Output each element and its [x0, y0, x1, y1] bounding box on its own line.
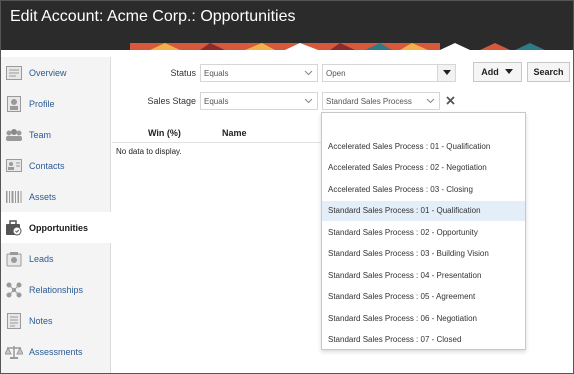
dropdown-option[interactable]: Standard Sales Process : 04 - Presentati… — [322, 265, 525, 285]
relationships-icon — [5, 281, 23, 299]
sales-stage-label: Sales Stage — [147, 96, 196, 106]
add-button[interactable]: Add — [473, 62, 522, 82]
dropdown-option[interactable]: Accelerated Sales Process : 01 - Qualifi… — [322, 136, 525, 156]
dropdown-option[interactable]: Standard Sales Process : 06 - Negotiatio… — [322, 308, 525, 328]
sales-stage-operator-value: Equals — [204, 96, 229, 106]
search-button-label: Search — [533, 67, 564, 77]
add-button-label: Add — [481, 67, 499, 77]
sidebar: Overview Profile Team Contacts Assets Op… — [0, 57, 111, 374]
search-button[interactable]: Search — [527, 62, 570, 82]
status-label: Status — [170, 68, 196, 78]
sidebar-item-label: Team — [29, 129, 52, 140]
status-value-select[interactable]: Open — [322, 64, 456, 82]
sidebar-item-label: Leads — [29, 253, 54, 264]
header-decorative-band — [0, 42, 574, 50]
sidebar-item-assets[interactable]: Assets — [0, 181, 111, 212]
sidebar-item-profile[interactable]: Profile — [0, 88, 111, 119]
dropdown-arrow-button[interactable] — [437, 65, 455, 81]
sidebar-item-label: Assessments — [29, 346, 83, 357]
chevron-down-icon — [304, 70, 313, 76]
team-icon — [5, 126, 23, 144]
page-header: Edit Account: Acme Corp.: Opportunities — [0, 0, 574, 50]
dropdown-option[interactable]: Standard Sales Process : 02 - Opportunit… — [322, 222, 525, 242]
sidebar-item-leads[interactable]: Leads — [0, 243, 111, 274]
notes-icon — [5, 312, 23, 330]
sidebar-item-label: Notes — [29, 315, 53, 326]
sidebar-item-team[interactable]: Team — [0, 119, 111, 150]
dropdown-option[interactable]: Standard Sales Process : 03 - Building V… — [322, 244, 525, 264]
dropdown-option[interactable]: Accelerated Sales Process : 02 - Negotia… — [322, 158, 525, 178]
opportunities-icon — [5, 219, 23, 237]
sidebar-item-overview[interactable]: Overview — [0, 57, 111, 88]
chevron-down-icon — [304, 98, 313, 104]
empty-state-text: No data to display. — [116, 147, 182, 156]
page-title: Edit Account: Acme Corp.: Opportunities — [10, 8, 296, 25]
sales-stage-operator-select[interactable]: Equals — [200, 92, 318, 110]
column-header-win[interactable]: Win (%) — [148, 128, 181, 138]
assessments-icon — [5, 343, 23, 361]
caret-down-icon — [504, 69, 513, 74]
leads-icon — [5, 250, 23, 268]
sales-stage-value-placeholder: Standard Sales Process — [326, 96, 412, 106]
sidebar-item-assessments[interactable]: Assessments — [0, 336, 111, 367]
overview-icon — [5, 64, 23, 82]
caret-down-icon — [442, 70, 451, 75]
status-operator-value: Equals — [204, 68, 229, 78]
sales-stage-dropdown-list: Accelerated Sales Process : 01 - Qualifi… — [321, 112, 526, 350]
sidebar-item-relationships[interactable]: Relationships — [0, 274, 111, 305]
sidebar-item-opportunities[interactable]: Opportunities — [0, 212, 111, 243]
table-header-divider — [112, 142, 322, 143]
dropdown-option[interactable]: Accelerated Sales Process : 03 - Closing — [322, 179, 525, 199]
sidebar-item-notes[interactable]: Notes — [0, 305, 111, 336]
sidebar-item-label: Profile — [29, 98, 55, 109]
status-value: Open — [326, 68, 346, 78]
dropdown-option[interactable]: Standard Sales Process : 07 - Closed — [322, 330, 525, 350]
column-header-name[interactable]: Name — [222, 128, 247, 138]
sidebar-item-label: Assets — [29, 191, 57, 202]
sidebar-item-label: Overview — [29, 67, 67, 78]
chevron-down-icon — [426, 98, 435, 104]
sidebar-item-label: Contacts — [29, 160, 65, 171]
sidebar-item-label: Opportunities — [29, 222, 88, 233]
clear-filter-icon[interactable] — [446, 96, 455, 105]
profile-icon — [5, 95, 23, 113]
assets-icon — [5, 188, 23, 206]
sales-stage-value-select[interactable]: Standard Sales Process — [322, 92, 440, 110]
sidebar-item-contacts[interactable]: Contacts — [0, 150, 111, 181]
dropdown-option-highlighted[interactable]: Standard Sales Process : 01 - Qualificat… — [322, 200, 525, 221]
sidebar-item-label: Relationships — [29, 284, 84, 295]
contacts-icon — [5, 157, 23, 175]
dropdown-option[interactable]: Standard Sales Process : 05 - Agreement — [322, 287, 525, 307]
status-operator-select[interactable]: Equals — [200, 64, 318, 82]
